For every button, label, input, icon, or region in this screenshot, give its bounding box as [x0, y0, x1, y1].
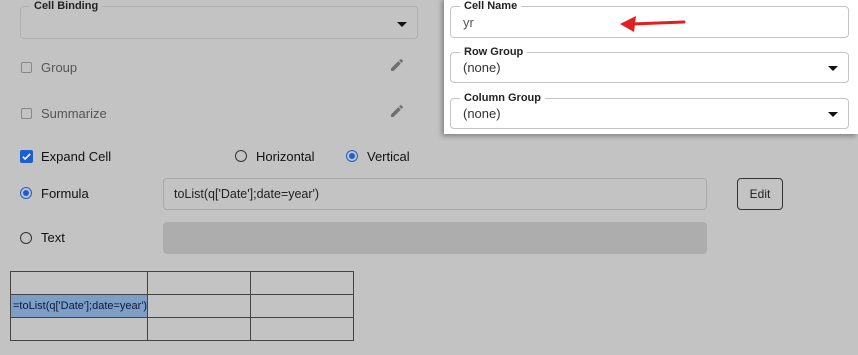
formula-input[interactable]: toList(q['Date'];date=year') — [163, 178, 707, 210]
vertical-label: Vertical — [367, 149, 410, 164]
table-row — [9, 317, 355, 341]
checkmark-icon — [22, 153, 31, 161]
formula-radio[interactable] — [20, 187, 32, 199]
chevron-down-icon — [828, 66, 838, 71]
chevron-down-icon — [397, 22, 407, 27]
column-group-value: (none) — [463, 106, 501, 121]
grid-cell[interactable] — [147, 271, 252, 295]
formula-label: Formula — [41, 186, 89, 201]
chevron-down-icon — [828, 112, 838, 117]
grid-cell[interactable] — [9, 317, 149, 341]
grid-cell[interactable] — [147, 294, 252, 318]
row-group-select[interactable]: Row Group (none) — [450, 46, 849, 83]
column-group-select[interactable]: Column Group (none) — [450, 92, 849, 129]
red-arrow-icon — [620, 16, 686, 32]
expand-cell-label: Expand Cell — [41, 149, 112, 164]
summarize-label: Summarize — [41, 106, 107, 121]
expand-cell-checkbox[interactable] — [20, 150, 33, 163]
text-input[interactable] — [163, 222, 707, 254]
text-radio[interactable] — [20, 232, 32, 244]
grid-cell[interactable] — [147, 317, 252, 341]
cell-preview-grid: =toList(q['Date'];date=year') — [9, 271, 355, 341]
row-group-value: (none) — [463, 60, 501, 75]
grid-cell[interactable] — [250, 294, 355, 318]
edit-group-pencil-icon[interactable] — [389, 57, 405, 78]
table-row: =toList(q['Date'];date=year') — [9, 294, 355, 318]
cell-binding-label: Cell Binding — [30, 0, 103, 13]
grid-cell[interactable] — [250, 317, 355, 341]
edit-formula-button[interactable]: Edit — [737, 178, 783, 210]
group-checkbox[interactable] — [21, 62, 32, 73]
text-label: Text — [41, 230, 65, 245]
grid-cell[interactable] — [9, 271, 149, 295]
group-label: Group — [41, 60, 78, 75]
edit-summarize-pencil-icon[interactable] — [389, 103, 405, 124]
table-row — [9, 271, 355, 295]
horizontal-label: Horizontal — [256, 149, 315, 164]
cell-name-value: yr — [463, 14, 474, 30]
summarize-checkbox[interactable] — [21, 108, 32, 119]
cell-binding-select[interactable]: Cell Binding — [20, 0, 418, 39]
horizontal-radio[interactable] — [235, 150, 247, 162]
vertical-radio[interactable] — [346, 150, 358, 162]
selected-grid-cell[interactable]: =toList(q['Date'];date=year') — [9, 294, 149, 318]
grid-cell[interactable] — [250, 271, 355, 295]
